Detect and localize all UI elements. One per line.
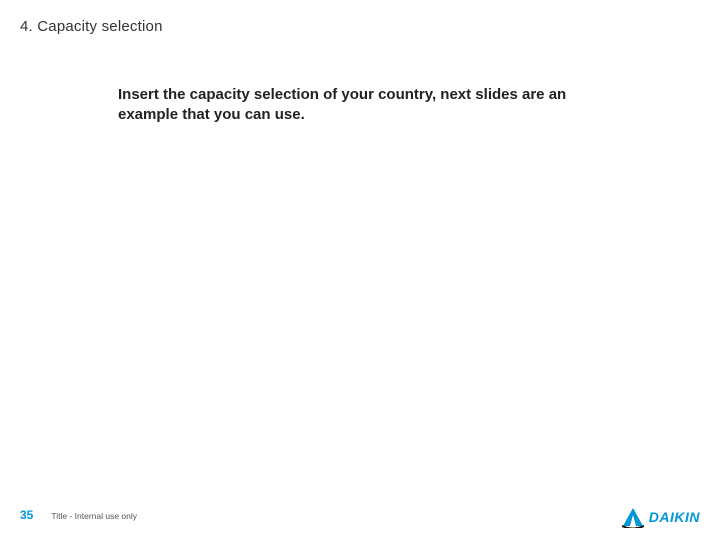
body-instruction: Insert the capacity selection of your co… [118,85,628,126]
brand-wordmark: DAIKIN [649,509,700,525]
daikin-mark-icon [621,506,645,528]
footer-note: Title - Internal use only [51,511,137,521]
page-number: 35 [20,508,33,522]
footer: 35 Title - Internal use only [20,508,137,522]
slide: 4. Capacity selection Insert the capacit… [0,0,720,540]
brand-logo: DAIKIN [621,506,700,528]
section-heading: 4. Capacity selection [20,18,163,35]
